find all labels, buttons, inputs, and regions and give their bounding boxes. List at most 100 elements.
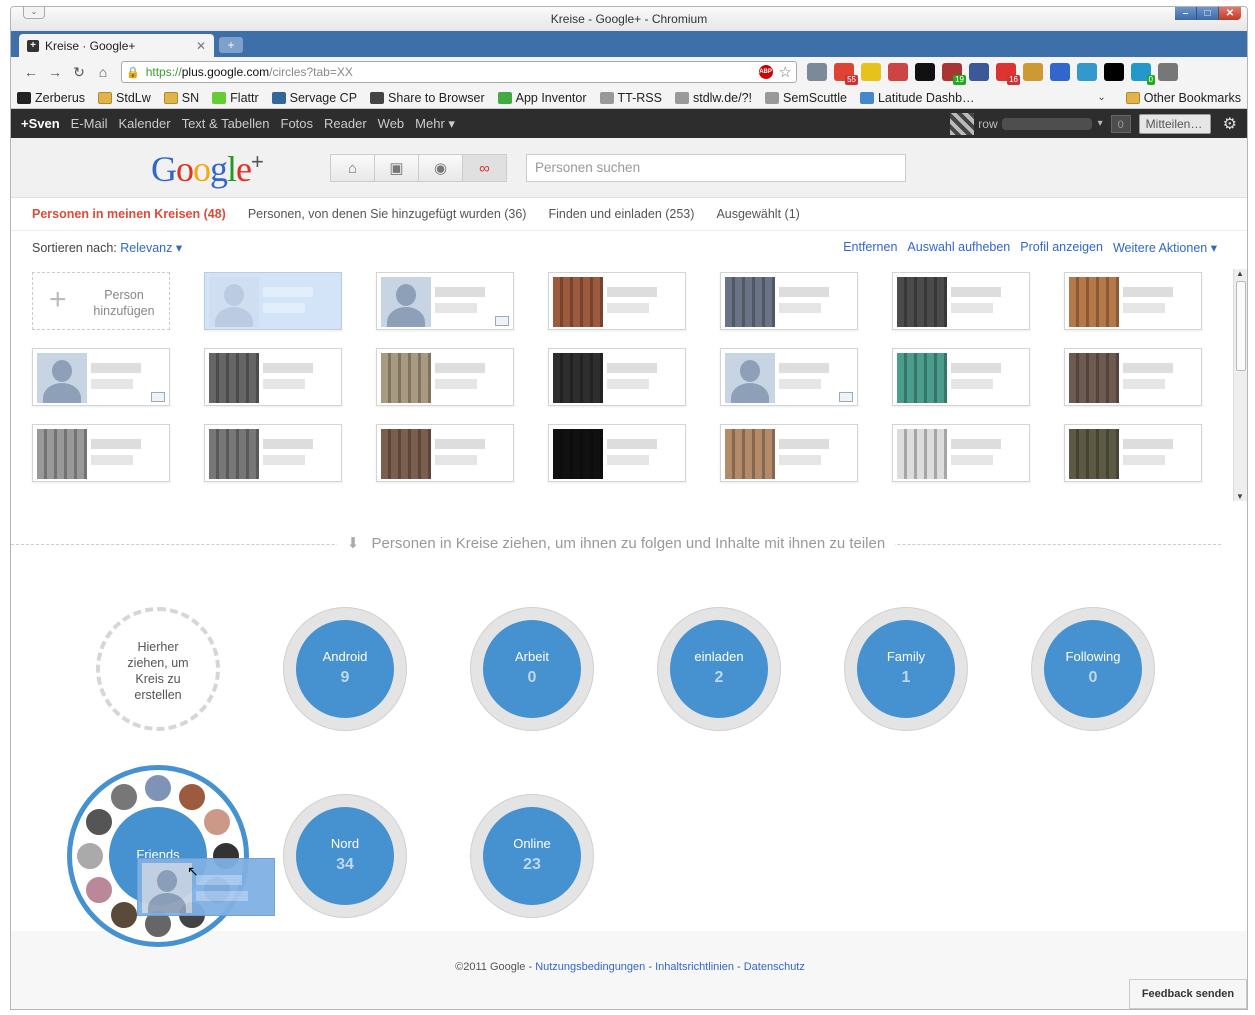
privacy-link[interactable]: Datenschutz [744,961,805,973]
profile-nav-icon[interactable]: ◉ [418,154,463,182]
tab-close-icon[interactable]: ✕ [196,39,206,53]
gbar-item[interactable]: Kalender [119,116,171,131]
person-card[interactable] [548,272,686,330]
tab-kreise[interactable]: + Kreise · Google+ ✕ [19,34,214,57]
user-dropdown-icon[interactable]: ▾ [1098,118,1103,129]
circle-arbeit[interactable]: Arbeit 0 [470,607,594,731]
ext-gear-icon[interactable] [1077,63,1097,81]
circle-android[interactable]: Android 9 [283,607,407,731]
ext-check-icon[interactable]: 55 [834,63,858,85]
ext-gmail-icon[interactable]: 16 [996,63,1020,85]
ext-facebook-icon[interactable] [969,63,989,81]
bookmark-item[interactable]: Servage CP [271,91,357,105]
ext-phone-icon[interactable] [861,63,881,81]
circle-center[interactable]: einladen 2 [670,620,768,718]
circle-center[interactable]: Family 1 [857,620,955,718]
bookmark-item[interactable]: stdlw.de/?! [674,91,752,105]
address-bar[interactable]: 🔒 https:// plus.google.com /circles?tab=… [121,61,797,83]
adblock-icon[interactable]: ABP [758,65,773,79]
scroll-down-icon[interactable]: ▼ [1236,492,1244,501]
window-menu-button[interactable]: ⌄ [23,7,45,19]
gbar-item[interactable]: Fotos [281,116,314,131]
person-card[interactable] [720,348,858,406]
user-name[interactable]: row [978,117,997,131]
circle-einladen[interactable]: einladen 2 [657,607,781,731]
person-card[interactable] [892,272,1030,330]
reload-icon[interactable]: ↻ [67,64,91,81]
ext-list-icon[interactable]: 19 [942,63,966,85]
circle-friends[interactable]: Friends [67,765,249,947]
ext-instapaper-icon[interactable] [1104,63,1124,81]
person-card[interactable] [376,348,514,406]
ext-ball-icon[interactable] [915,63,935,81]
scroll-up-icon[interactable]: ▲ [1236,269,1244,278]
circle-nord[interactable]: Nord 34 [283,794,407,918]
create-circle-target[interactable]: Hierher ziehen, um Kreis zu erstellen [96,607,220,731]
ext-lock-icon[interactable]: 0 [1131,63,1155,85]
photos-nav-icon[interactable]: ▣ [374,154,419,182]
person-card[interactable] [376,272,514,330]
bookmark-item[interactable]: Zerberus [17,91,85,105]
bookmark-item[interactable]: TT-RSS [599,91,662,105]
gbar-item[interactable]: +Sven [21,116,60,131]
ext-red-icon[interactable] [888,63,908,81]
forward-icon[interactable]: → [43,64,67,80]
circles-nav-icon[interactable]: ∞ [462,154,507,182]
person-card[interactable] [204,424,342,482]
bookmark-item[interactable]: Flattr [212,91,259,105]
gbar-item[interactable]: E-Mail [71,116,108,131]
person-card[interactable] [1064,348,1202,406]
new-tab-button[interactable]: + [219,37,243,53]
terms-link[interactable]: Nutzungsbedingungen [535,961,645,973]
person-card[interactable] [204,348,342,406]
gbar-item[interactable]: Reader [324,116,367,131]
action-link[interactable]: Auswahl aufheben [907,240,1010,255]
person-card[interactable] [204,272,342,330]
other-bookmarks[interactable]: Other Bookmarks [1125,91,1241,105]
bookmark-item[interactable]: Share to Browser [370,91,485,105]
circle-center[interactable]: Nord 34 [296,807,394,905]
gbar-item[interactable]: Text & Tabellen [182,116,270,131]
bookmark-item[interactable]: SemScuttle [765,91,847,105]
ext-globe-icon[interactable] [1050,63,1070,81]
add-person-button[interactable]: + Person hinzufügen [32,272,170,330]
action-link[interactable]: Entfernen [843,240,897,255]
person-card[interactable] [1064,272,1202,330]
maximize-icon[interactable]: □ [1197,7,1219,20]
person-card[interactable] [548,348,686,406]
bookmark-item[interactable]: Latitude Dashb… [859,91,975,105]
person-card[interactable] [1064,424,1202,482]
home-icon[interactable]: ⌂ [91,64,115,80]
circle-center[interactable]: Android 9 [296,620,394,718]
circle-following[interactable]: Following 0 [1031,607,1155,731]
ext-wrench-icon[interactable] [1158,63,1178,81]
circles-tab[interactable]: Ausgewählt (1) [716,207,799,221]
scroll-thumb[interactable] [1236,281,1246,371]
content-policy-link[interactable]: Inhaltsrichtlinien [655,961,734,973]
bookmark-item[interactable]: App Inventor [497,91,587,105]
person-card[interactable] [892,348,1030,406]
person-card[interactable] [548,424,686,482]
circle-center[interactable]: Arbeit 0 [483,620,581,718]
feedback-button[interactable]: Feedback senden [1129,979,1247,1009]
people-scrollbar[interactable]: ▲ ▼ [1233,269,1247,501]
person-card[interactable] [376,424,514,482]
circle-center[interactable]: Following 0 [1044,620,1142,718]
person-card[interactable] [32,348,170,406]
share-box[interactable]: Mitteilen… [1138,113,1211,134]
notification-count[interactable]: 0 [1110,114,1131,133]
user-avatar[interactable] [950,112,975,135]
home-nav-icon[interactable]: ⌂ [330,154,375,182]
person-card[interactable] [892,424,1030,482]
bookmark-item[interactable]: SN [163,91,199,105]
person-card[interactable] [32,424,170,482]
bookmark-item[interactable]: StdLw [98,91,151,105]
circles-tab[interactable]: Finden und einladen (253) [548,207,694,221]
settings-gear-icon[interactable]: ⚙ [1223,114,1237,134]
action-link[interactable]: Weitere Aktionen ▾ [1113,240,1217,255]
google-plus-logo[interactable]: Google+ [151,148,264,190]
action-link[interactable]: Profil anzeigen [1020,240,1103,255]
dragged-person-card[interactable] [137,858,275,916]
circle-online[interactable]: Online 23 [470,794,594,918]
person-card[interactable] [720,272,858,330]
